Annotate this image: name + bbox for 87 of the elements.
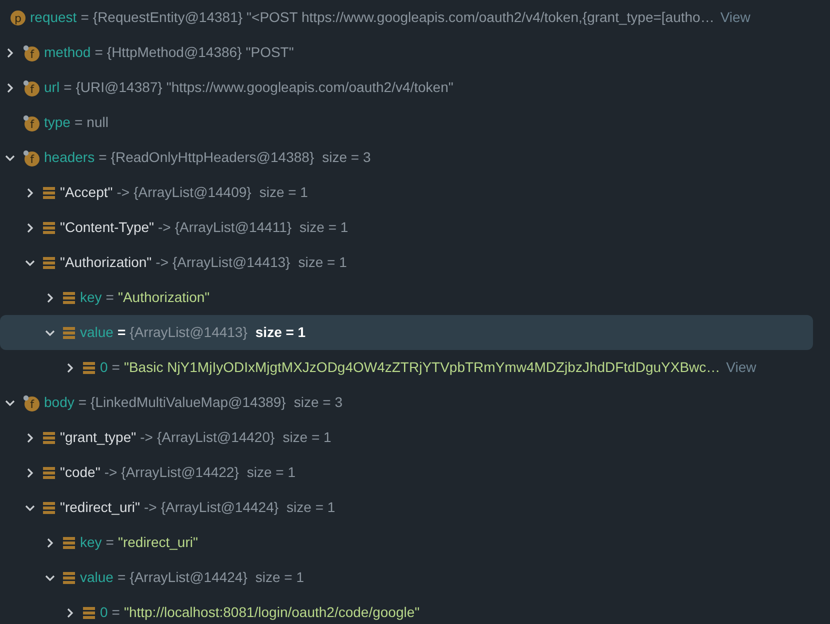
list-entry-icon bbox=[62, 570, 76, 584]
type-label: {LinkedMultiValueMap@14389} bbox=[90, 393, 286, 412]
variable-name: url bbox=[44, 78, 60, 97]
size-label: size = 3 bbox=[322, 148, 371, 167]
separator: = bbox=[98, 148, 107, 167]
map-key: "code" bbox=[60, 462, 100, 483]
size-label: size = 1 bbox=[259, 183, 308, 202]
type-label: {ArrayList@14420} bbox=[156, 428, 275, 447]
size-label: size = 1 bbox=[286, 498, 336, 517]
variable-name: headers bbox=[44, 148, 95, 167]
field-icon: f bbox=[22, 44, 40, 62]
type-label: {ArrayList@14413} bbox=[130, 323, 248, 342]
variable-name: method bbox=[44, 43, 91, 62]
list-entry-icon bbox=[42, 430, 56, 444]
size-label: size = 1 bbox=[298, 253, 347, 272]
size-label: size = 1 bbox=[300, 218, 348, 237]
string-value: "Basic NjY1MjIyODIxMjgtMXJzODg4OW4zZTRjYTVpbTRmYmw4MDZjbzJhdDFtdDguYXBwc… bbox=[124, 358, 720, 377]
variable-name: value bbox=[80, 323, 114, 342]
map-key: "Content-Type" bbox=[60, 217, 154, 238]
variable-value: null bbox=[86, 113, 108, 132]
field-icon: f bbox=[22, 114, 40, 132]
type-label: {RequestEntity@14381} bbox=[92, 8, 243, 27]
map-key: "grant_type" bbox=[60, 427, 136, 448]
parameter-icon: p bbox=[10, 10, 26, 26]
separator: -> bbox=[158, 218, 171, 237]
variable-value: "https://www.googleapis.com/oauth2/v4/token" bbox=[166, 78, 454, 97]
list-entry-icon bbox=[62, 326, 76, 340]
variable-name: request bbox=[30, 8, 77, 27]
type-label: {ArrayList@14413} bbox=[172, 253, 290, 272]
list-entry-icon bbox=[42, 500, 56, 514]
field-icon: f bbox=[22, 394, 40, 412]
separator: = bbox=[64, 78, 72, 97]
type-label: {ArrayList@14422} bbox=[121, 463, 239, 482]
variable-name: key bbox=[80, 288, 102, 307]
string-value: "redirect_uri" bbox=[118, 533, 198, 552]
field-icon: f bbox=[22, 78, 40, 96]
list-entry-icon bbox=[42, 256, 56, 270]
separator: = bbox=[94, 43, 103, 62]
list-entry-icon bbox=[42, 466, 56, 480]
view-link[interactable]: View bbox=[726, 357, 756, 378]
type-label: {ArrayList@14424} bbox=[130, 568, 248, 587]
list-entry-icon bbox=[82, 360, 96, 374]
separator: = bbox=[74, 113, 83, 132]
list-entry-icon bbox=[42, 220, 56, 234]
type-label: {ArrayList@14409} bbox=[134, 183, 252, 202]
map-key: "redirect_uri" bbox=[60, 497, 140, 518]
separator: = bbox=[117, 568, 126, 587]
separator: = bbox=[117, 323, 126, 342]
variable-name: type bbox=[44, 113, 70, 132]
variable-value: "POST" bbox=[246, 43, 294, 62]
list-entry-icon bbox=[62, 290, 76, 304]
separator: -> bbox=[144, 498, 157, 517]
list-entry-icon bbox=[62, 536, 76, 550]
size-label: size = 1 bbox=[255, 568, 304, 587]
separator: = bbox=[80, 8, 89, 27]
field-icon: f bbox=[22, 148, 40, 166]
size-label: size = 1 bbox=[255, 323, 306, 342]
variable-name: 0 bbox=[100, 603, 108, 622]
size-label: size = 1 bbox=[282, 428, 332, 447]
type-label: {ReadOnlyHttpHeaders@14388} bbox=[110, 148, 314, 167]
separator: = bbox=[106, 288, 114, 307]
type-label: {HttpMethod@14386} bbox=[106, 43, 242, 62]
separator: -> bbox=[156, 253, 168, 272]
type-label: {ArrayList@14411} bbox=[174, 218, 292, 237]
string-value: "Authorization" bbox=[118, 288, 210, 307]
variable-value: "<POST https://www.googleapis.com/oauth2/v4/token,{grant_type=[autho… bbox=[246, 8, 714, 27]
view-link[interactable]: View bbox=[720, 7, 750, 28]
map-key: "Accept" bbox=[60, 182, 113, 203]
variable-name: body bbox=[44, 393, 74, 412]
variable-name: value bbox=[80, 568, 114, 587]
variable-name: key bbox=[80, 533, 102, 552]
list-entry-icon bbox=[82, 606, 96, 620]
separator: = bbox=[106, 533, 114, 552]
variable-name: 0 bbox=[100, 358, 108, 377]
separator: -> bbox=[116, 183, 130, 202]
separator: = bbox=[112, 603, 120, 622]
list-entry-icon bbox=[42, 186, 56, 200]
string-value: "http://localhost:8081/login/oauth2/code/google" bbox=[124, 603, 420, 622]
map-key: "Authorization" bbox=[60, 252, 152, 273]
separator: = bbox=[112, 358, 120, 377]
size-label: size = 3 bbox=[294, 393, 342, 412]
separator: -> bbox=[104, 463, 118, 482]
type-label: {URI@14387} bbox=[76, 78, 162, 97]
size-label: size = 1 bbox=[246, 463, 296, 482]
type-label: {ArrayList@14424} bbox=[160, 498, 279, 517]
separator: = bbox=[78, 393, 87, 412]
separator: -> bbox=[140, 428, 153, 447]
